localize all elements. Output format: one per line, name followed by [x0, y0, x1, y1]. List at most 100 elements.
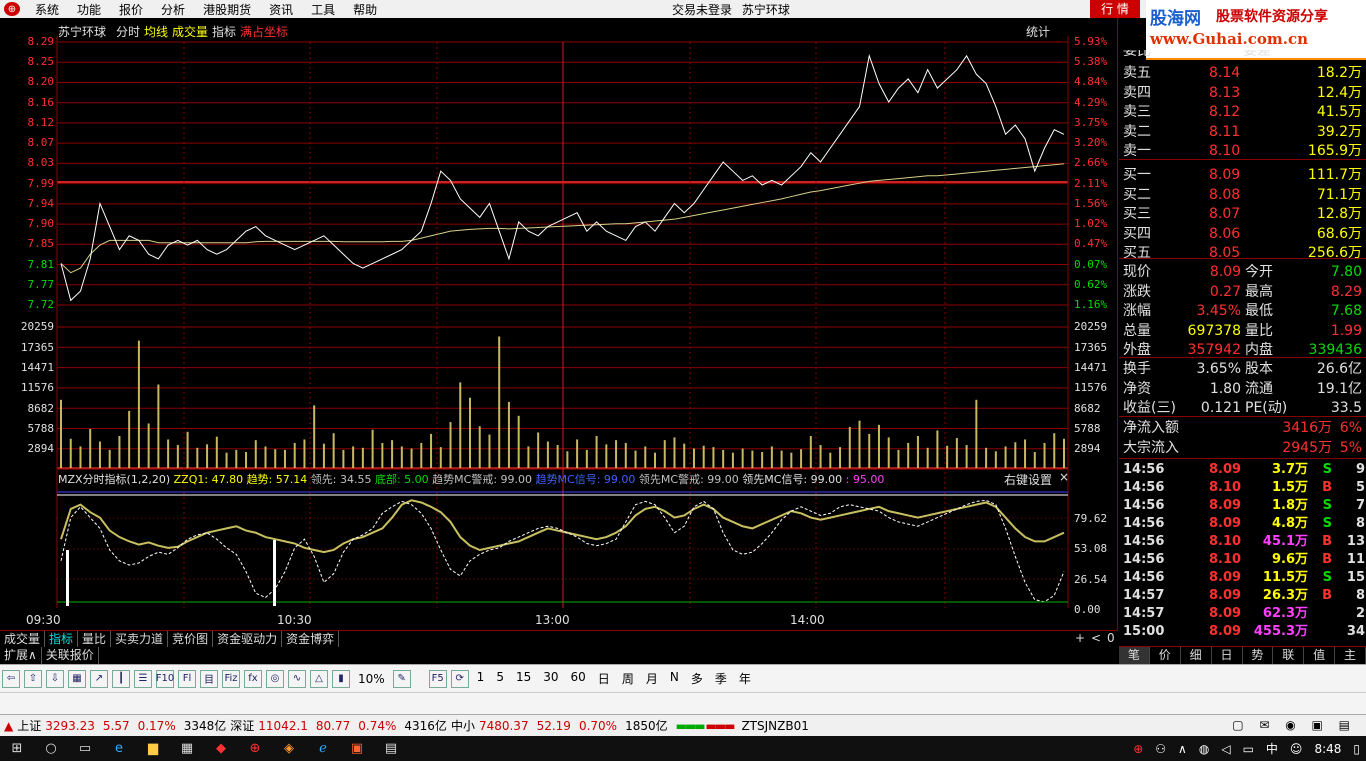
app-stock-icon[interactable]: ⊕	[238, 736, 272, 761]
reset-button[interactable]: 0	[1107, 631, 1115, 645]
menu-item-hk-futures[interactable]: 港股期货	[194, 1, 260, 18]
bid-row[interactable]: 买二 8.08 71.1万	[1119, 186, 1366, 205]
tab-volume-ratio[interactable]: 量比	[78, 631, 112, 647]
period-button[interactable]: 多	[685, 670, 709, 687]
panel-tab[interactable]: 细	[1181, 647, 1212, 664]
tab-auction-chart[interactable]: 竞价图	[168, 631, 214, 647]
ask-row[interactable]: 卖二 8.11 39.2万	[1119, 123, 1366, 142]
tray-chevron-icon[interactable]: ∧	[1172, 742, 1193, 756]
grid-icon[interactable]: ▦	[68, 669, 86, 688]
tray-people-icon[interactable]: ⚇	[1149, 742, 1172, 756]
panel-tab[interactable]: 势	[1243, 647, 1274, 664]
period-button[interactable]: 季	[709, 670, 733, 687]
menu-item-function[interactable]: 功能	[68, 1, 110, 18]
tab-indicator-sub[interactable]: 指标	[45, 631, 79, 647]
zx-label[interactable]: 中小	[451, 717, 475, 734]
panel-tab[interactable]: 主	[1335, 647, 1366, 664]
tray-volume-icon[interactable]: ◁	[1215, 742, 1236, 756]
app-window-icon[interactable]: ▤	[374, 736, 408, 761]
area-icon[interactable]: △	[310, 669, 328, 688]
period-button[interactable]: 1	[471, 670, 491, 687]
zoom-in-button[interactable]: +	[1075, 631, 1085, 645]
circle-icon[interactable]: ◎	[266, 669, 284, 688]
back-arrow-icon[interactable]: ⇦	[2, 669, 20, 688]
ask-row[interactable]: 卖五 8.14 18.2万	[1119, 64, 1366, 83]
line-chart-icon[interactable]: ↗	[90, 669, 108, 688]
app-active-icon[interactable]: ▣	[340, 736, 374, 761]
tab-capital-drive[interactable]: 资金驱动力	[213, 631, 283, 647]
task-view-icon[interactable]: ▭	[68, 736, 102, 761]
period-button[interactable]: 日	[592, 670, 616, 687]
pct-button[interactable]: 10%	[352, 672, 391, 686]
clock[interactable]: 8:48	[1308, 742, 1347, 756]
bid-row[interactable]: 买五 8.05 256.6万	[1119, 244, 1366, 263]
tray-keyboard-icon[interactable]: ▭	[1237, 742, 1260, 756]
refresh-icon[interactable]: ⟳	[450, 669, 469, 688]
ime-indicator[interactable]: 中	[1260, 740, 1284, 757]
period-button[interactable]: 年	[733, 670, 757, 687]
period-button[interactable]: 15	[510, 670, 537, 687]
up-arrow-icon[interactable]: ⇧	[24, 669, 42, 688]
menu-item-news[interactable]: 资讯	[260, 1, 302, 18]
menu-item-help[interactable]: 帮助	[344, 1, 386, 18]
notification-icon[interactable]: ▯	[1347, 742, 1366, 756]
tray-network-icon[interactable]: ◍	[1193, 742, 1215, 756]
search-icon[interactable]: ○	[34, 736, 68, 761]
panel-tab[interactable]: 值	[1304, 647, 1336, 664]
indicator-close-icon[interactable]: ×	[1059, 470, 1069, 484]
store-icon[interactable]: ▦	[170, 736, 204, 761]
intraday-chart-panel[interactable]: 苏宁环球 分时 均线 成交量 指标 满占坐标 统计 8.29 8.25 8.20…	[0, 18, 1118, 630]
edge-icon[interactable]: e	[102, 736, 136, 761]
bid-row[interactable]: 买四 8.06 68.6万	[1119, 225, 1366, 244]
wave-icon[interactable]: ∿	[288, 669, 306, 688]
list-icon[interactable]: ☰	[134, 669, 152, 688]
sh-label[interactable]: 上证	[17, 717, 41, 734]
menu-item-tools[interactable]: 工具	[302, 1, 344, 18]
period-button[interactable]: 60	[565, 670, 592, 687]
tab-volume-sub[interactable]: 成交量	[0, 631, 46, 647]
windows-start-icon[interactable]: ⊞	[0, 736, 34, 761]
ask-row[interactable]: 卖三 8.12 41.5万	[1119, 103, 1366, 122]
pencil-icon[interactable]: ✎	[392, 669, 411, 688]
doc-icon[interactable]: 目	[200, 669, 218, 688]
tray-emoji-icon[interactable]: ☺	[1284, 742, 1309, 756]
app-orange-icon[interactable]: ◈	[272, 736, 306, 761]
bid-row[interactable]: 买一 8.09 111.7万	[1119, 166, 1366, 185]
indicator-title[interactable]: MZX分时指标(1,2,20)	[58, 473, 170, 486]
folder-icon[interactable]: ▆	[136, 736, 170, 761]
tab-capital-game[interactable]: 资金博弈	[282, 631, 340, 647]
period-button[interactable]: 30	[537, 670, 564, 687]
panel-tab[interactable]: 日	[1212, 647, 1243, 664]
indicator-settings-link[interactable]: 右键设置	[1004, 471, 1052, 488]
menu-item-system[interactable]: 系统	[26, 1, 68, 18]
fl-icon[interactable]: Fl	[178, 669, 196, 688]
period-button[interactable]: N	[664, 670, 685, 687]
bar-icon[interactable]: ▮	[332, 669, 350, 688]
scroll-left-button[interactable]: <	[1091, 631, 1101, 645]
panel-tab[interactable]: 价	[1150, 647, 1181, 664]
fx-icon[interactable]: fx	[244, 669, 262, 688]
fiz-icon[interactable]: Fiz	[222, 669, 240, 688]
menu-item-analysis[interactable]: 分析	[152, 1, 194, 18]
tray-app-icon[interactable]: ⊕	[1127, 742, 1149, 756]
period-button[interactable]: 周	[616, 670, 640, 687]
down-arrow-icon[interactable]: ⇩	[46, 669, 64, 688]
ie-icon[interactable]: ℯ	[306, 736, 340, 761]
sz-label[interactable]: 深证	[230, 717, 254, 734]
f10-icon[interactable]: F10	[156, 669, 174, 688]
period-button[interactable]: 5	[490, 670, 510, 687]
trade-status[interactable]: 交易未登录	[672, 3, 732, 17]
panel-tab[interactable]: 联	[1273, 647, 1305, 664]
candle-icon[interactable]: ┃	[112, 669, 130, 688]
panel-tab[interactable]: 笔	[1119, 647, 1150, 664]
f5-button[interactable]: F5	[428, 669, 447, 688]
tab-expand[interactable]: 扩展∧	[0, 647, 42, 664]
ask-row[interactable]: 卖四 8.13 12.4万	[1119, 84, 1366, 103]
tab-related-quote[interactable]: 关联报价	[42, 647, 99, 664]
bid-row[interactable]: 买三 8.07 12.8万	[1119, 205, 1366, 224]
app-red-icon[interactable]: ◆	[204, 736, 238, 761]
quote-tab-button[interactable]: 行 情	[1090, 0, 1140, 18]
menu-item-quote[interactable]: 报价	[110, 1, 152, 18]
period-button[interactable]: 月	[640, 670, 664, 687]
tab-buy-sell-force[interactable]: 买卖力道	[111, 631, 169, 647]
